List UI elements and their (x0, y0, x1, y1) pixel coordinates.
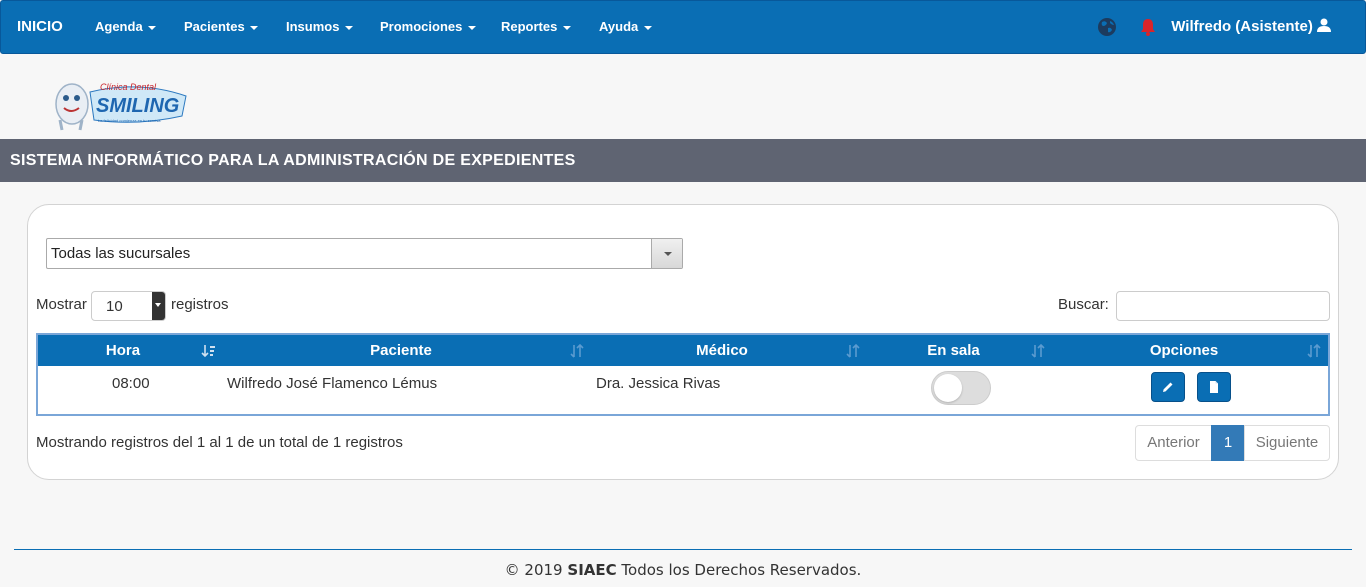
sort-both-icon[interactable] (569, 343, 585, 359)
nav-menu-label: Insumos (286, 19, 340, 34)
nav-menu-label: Reportes (501, 19, 558, 34)
file-icon (1210, 381, 1218, 393)
system-title-banner: SISTEMA INFORMÁTICO PARA LA ADMINISTRACI… (0, 139, 1366, 182)
sort-both-icon[interactable] (1306, 343, 1322, 359)
pagination-next[interactable]: Siguiente (1244, 425, 1330, 461)
en-sala-toggle[interactable] (931, 371, 991, 405)
nav-menu-insumos[interactable]: Insumos (286, 1, 354, 53)
page-length-select[interactable]: 10 (91, 291, 166, 321)
caret-down-icon (250, 25, 259, 30)
nav-menu-label: Pacientes (184, 19, 245, 34)
caret-down-icon (345, 25, 354, 30)
chevron-down-icon[interactable] (651, 239, 682, 268)
footer-brand: SIAEC (567, 561, 617, 579)
nav-menu-label: Promociones (380, 19, 463, 34)
search-label: Buscar: (1058, 296, 1109, 313)
caret-down-icon (148, 25, 157, 30)
nav-menu-pacientes[interactable]: Pacientes (184, 1, 259, 53)
pagination-previous[interactable]: Anterior (1135, 425, 1212, 461)
view-record-button[interactable] (1197, 372, 1231, 402)
nav-menu-ayuda[interactable]: Ayuda (599, 1, 652, 53)
sort-asc-icon[interactable] (201, 343, 217, 359)
search-input[interactable] (1116, 291, 1330, 321)
cell-paciente: Wilfredo José Flamenco Lémus (227, 375, 438, 392)
user-name: Wilfredo (Asistente) (1171, 18, 1313, 35)
top-navbar: INICIO Agenda Pacientes Insumos Promocio… (0, 0, 1366, 54)
length-prefix-label: Mostrar (36, 296, 87, 313)
column-header-en-sala[interactable]: En sala (866, 335, 1041, 366)
column-header-paciente[interactable]: Paciente (226, 335, 576, 366)
column-header-opciones[interactable]: Opciones (1048, 335, 1320, 366)
cell-medico: Dra. Jessica Rivas (596, 375, 721, 392)
column-header-medico[interactable]: Médico (594, 335, 850, 366)
toggle-knob (934, 374, 962, 402)
footer: © 2019 SIAEC Todos los Derechos Reservad… (0, 561, 1366, 579)
globe-icon[interactable] (1097, 17, 1117, 37)
nav-menu-label: Ayuda (599, 19, 639, 34)
nav-menu-promociones[interactable]: Promociones (380, 1, 476, 53)
sort-both-icon[interactable] (845, 343, 861, 359)
branch-select[interactable]: Todas las sucursales (46, 238, 683, 269)
caret-down-icon (467, 25, 476, 30)
logo-slogan: La felicidad comienza en tu sonrisa (98, 118, 161, 123)
length-suffix-label: registros (171, 296, 229, 313)
user-icon (1317, 18, 1331, 32)
nav-menu-label: Agenda (95, 19, 143, 34)
nav-menu-reportes[interactable]: Reportes (501, 1, 571, 53)
chevron-down-icon[interactable] (152, 292, 165, 320)
caret-down-icon (643, 25, 652, 30)
clinic-logo: Clínica Dental SMILING La felicidad comi… (55, 82, 187, 131)
appointments-table: Hora Paciente Médico En sala Opciones 08… (36, 333, 1330, 416)
nav-home-link[interactable]: INICIO (17, 1, 63, 53)
edit-icon (1163, 382, 1173, 392)
page-length-value: 10 (106, 298, 123, 315)
edit-button[interactable] (1151, 372, 1185, 402)
user-menu[interactable]: Wilfredo (Asistente) (1171, 1, 1331, 53)
column-header-hora[interactable]: Hora (38, 335, 208, 366)
sort-both-icon[interactable] (1030, 343, 1046, 359)
pagination-page-1[interactable]: 1 (1211, 425, 1245, 461)
footer-divider (14, 549, 1352, 550)
caret-down-icon (562, 25, 571, 30)
cell-hora: 08:00 (112, 375, 150, 392)
footer-copyright: © 2019 (504, 561, 563, 579)
branch-select-value: Todas las sucursales (51, 245, 191, 262)
logo-wordmark: SMILING (96, 95, 179, 117)
table-header-row: Hora Paciente Médico En sala Opciones (38, 335, 1328, 366)
nav-menu-agenda[interactable]: Agenda (95, 1, 157, 53)
logo-tagline-top: Clínica Dental (100, 82, 157, 92)
footer-rights: Todos los Derechos Reservados. (621, 561, 862, 579)
table-info: Mostrando registros del 1 al 1 de un tot… (36, 434, 403, 451)
bell-icon[interactable] (1138, 17, 1158, 37)
